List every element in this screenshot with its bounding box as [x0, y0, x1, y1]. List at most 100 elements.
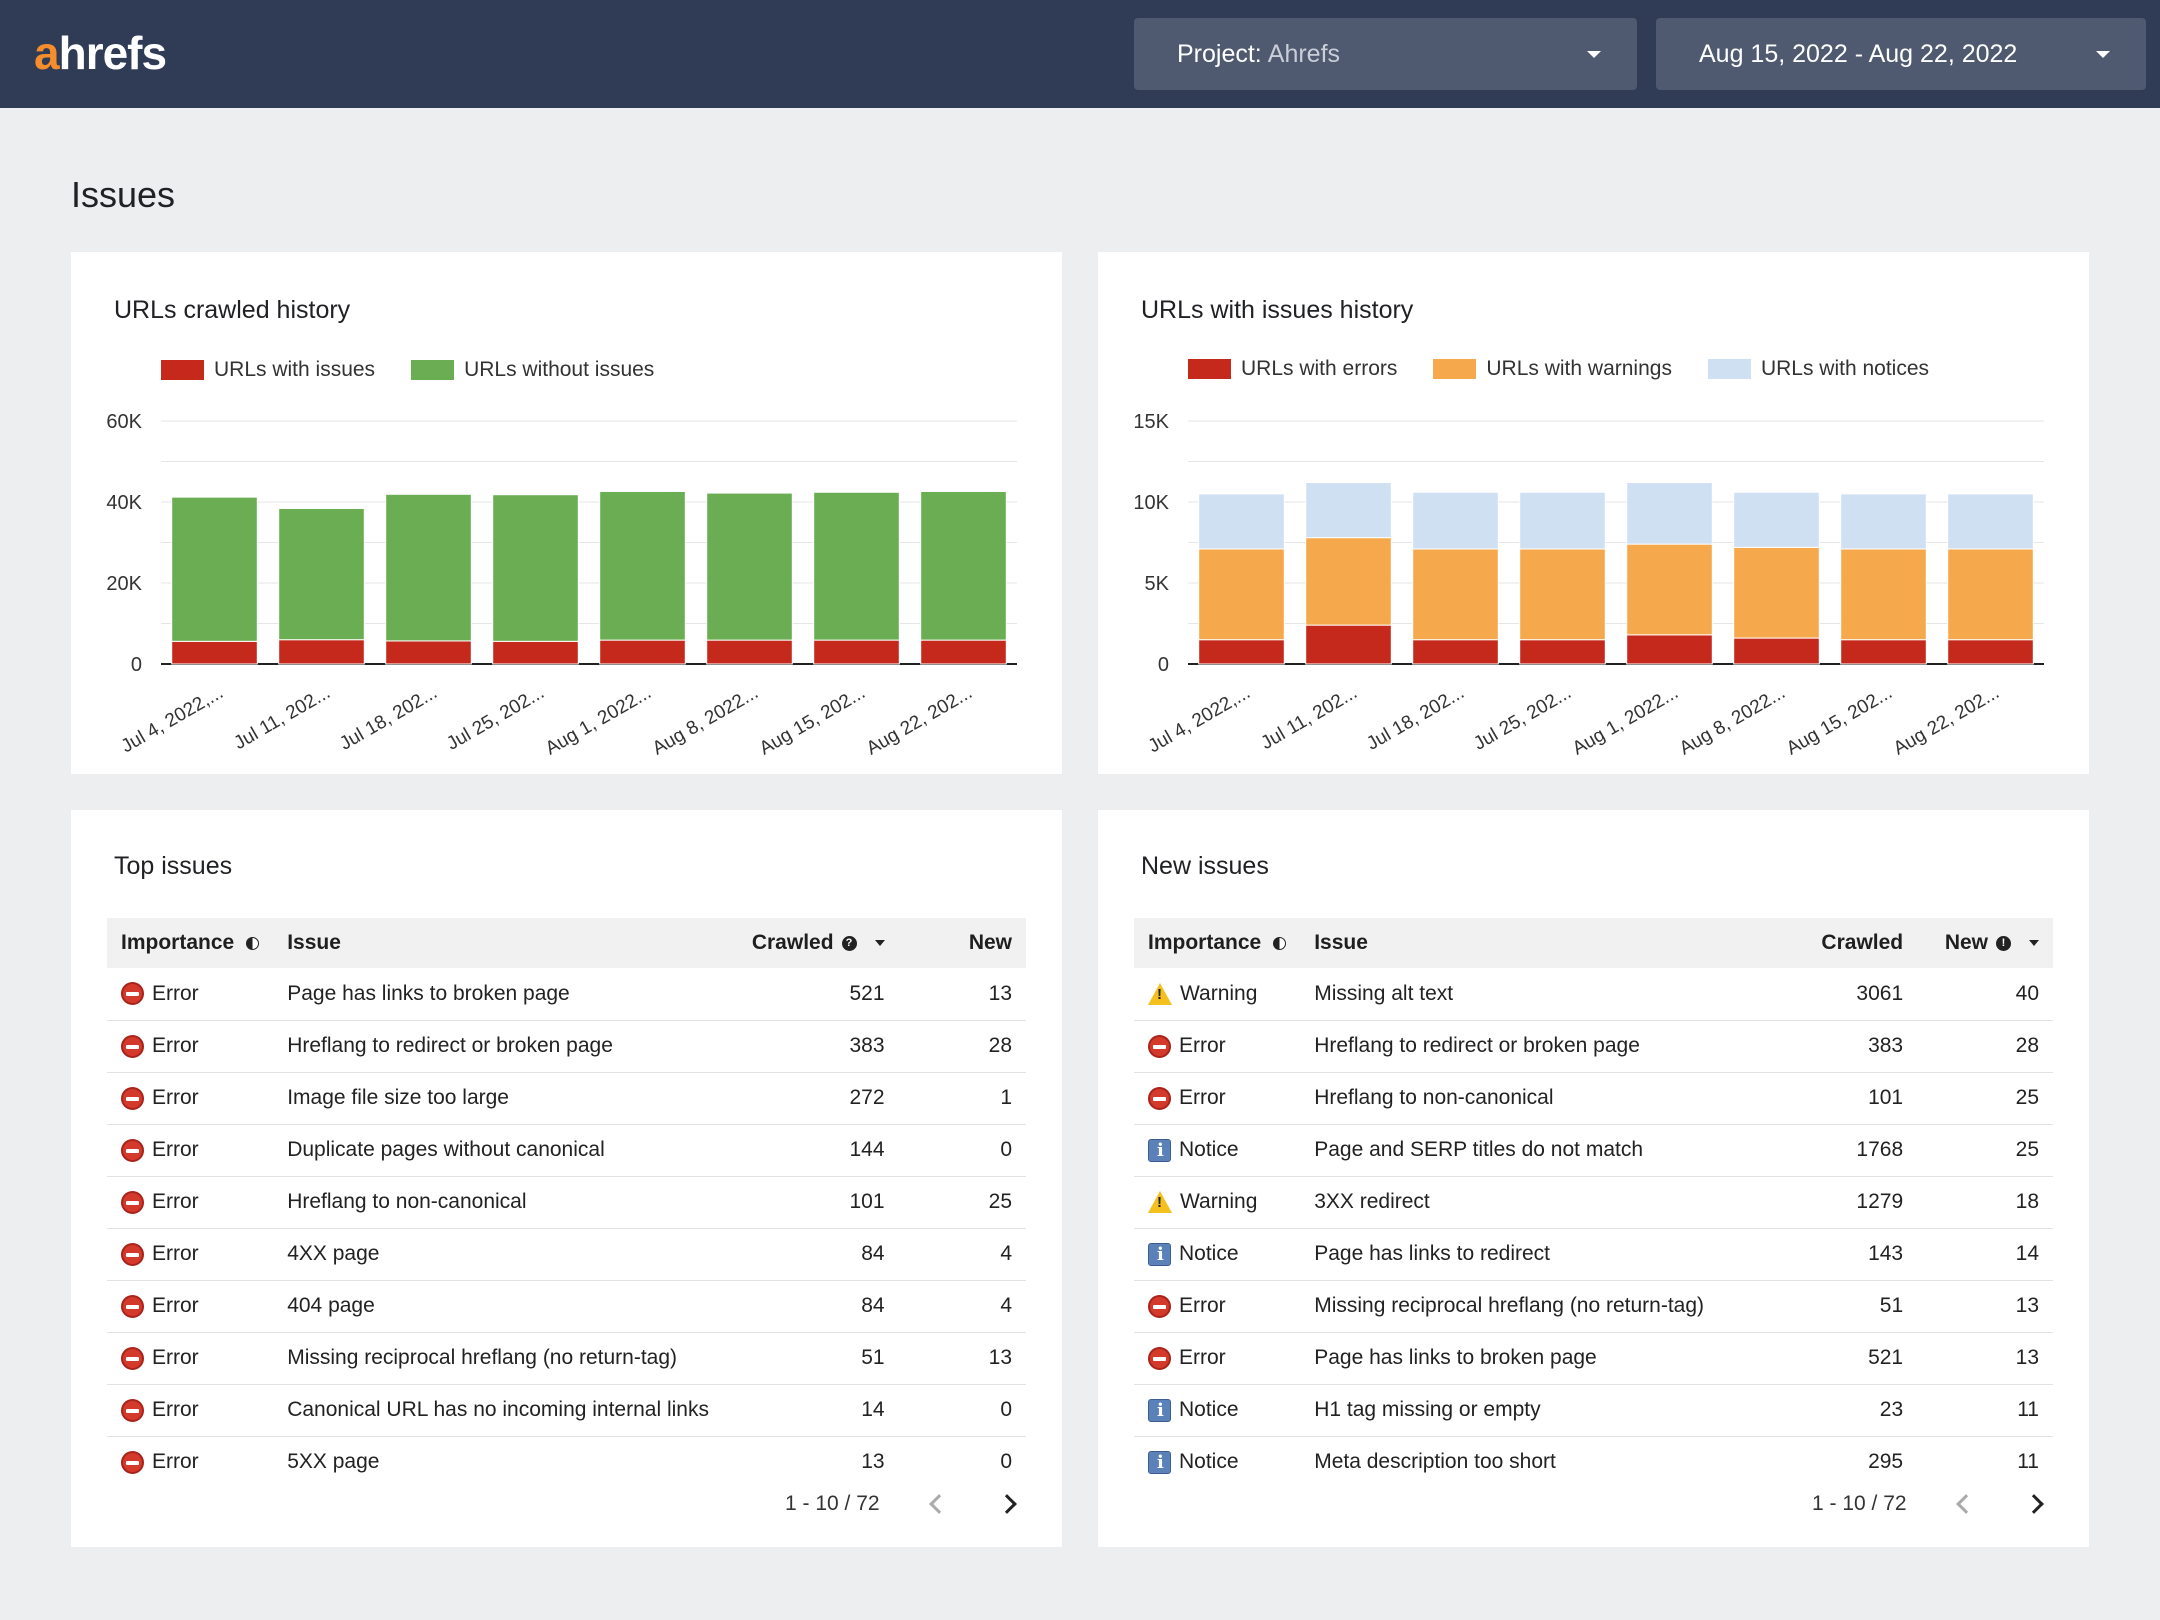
new-cell[interactable]: 0 — [898, 1124, 1026, 1177]
date-range-selector[interactable]: Aug 15, 2022 - Aug 22, 2022 — [1656, 18, 2146, 90]
sort-descending-icon[interactable] — [874, 940, 885, 947]
column-header-issue[interactable]: Issue — [273, 918, 723, 968]
table-row[interactable]: Notice Meta description too short29511 — [1134, 1436, 2053, 1488]
new-cell[interactable]: 0 — [899, 1436, 1026, 1488]
crawled-cell[interactable]: 23 — [1806, 1384, 1918, 1437]
issue-cell[interactable]: Missing reciprocal hreflang (no return-t… — [1300, 1280, 1807, 1333]
ahrefs-logo[interactable]: ahrefs — [34, 26, 167, 80]
issue-cell[interactable]: Hreflang to redirect or broken page — [1300, 1020, 1807, 1073]
new-cell[interactable]: 25 — [1917, 1072, 2053, 1125]
crawled-cell[interactable]: 295 — [1806, 1436, 1917, 1488]
chevron-left-icon[interactable] — [1955, 1494, 1976, 1514]
table-row[interactable]: Error Missing reciprocal hreflang (no ret… — [1134, 1280, 2053, 1333]
table-row[interactable]: Error 5XX page 13 0 — [107, 1436, 1026, 1488]
sort-descending-icon[interactable] — [2029, 940, 2039, 947]
table-row[interactable]: Warning 3XX redirect127918 — [1134, 1176, 2053, 1229]
table-row[interactable]: Error Hreflang to redirect or broken page… — [107, 1020, 1026, 1073]
issue-cell[interactable]: Page has links to redirect — [1300, 1228, 1807, 1281]
crawled-cell[interactable]: 101 — [722, 1176, 899, 1229]
crawled-cell[interactable]: 383 — [722, 1020, 899, 1073]
column-header-new[interactable]: New! — [1917, 918, 2053, 968]
issue-cell[interactable]: Page has links to broken page — [1300, 1332, 1807, 1385]
crawled-cell[interactable]: 143 — [1806, 1228, 1918, 1281]
table-row[interactable]: Notice Page has links to redirect14314 — [1134, 1228, 2053, 1281]
table-row[interactable]: Warning Missing alt text306140 — [1134, 968, 2053, 1021]
new-cell[interactable]: 4 — [898, 1228, 1026, 1281]
issue-cell[interactable]: 4XX page — [273, 1228, 723, 1281]
issue-cell[interactable]: Hreflang to redirect or broken page — [273, 1020, 723, 1073]
crawled-cell[interactable]: 144 — [722, 1124, 899, 1177]
new-cell[interactable]: 1 — [898, 1072, 1026, 1125]
table-row[interactable]: Notice H1 tag missing or empty2311 — [1134, 1384, 2053, 1437]
column-header-importance[interactable]: Importance — [107, 918, 273, 968]
new-cell[interactable]: 13 — [1917, 1280, 2053, 1333]
crawled-cell[interactable]: 1279 — [1806, 1176, 1918, 1229]
new-cell[interactable]: 13 — [898, 968, 1026, 1021]
issue-cell[interactable]: 404 page — [273, 1280, 723, 1333]
crawled-cell[interactable]: 3061 — [1806, 968, 1918, 1021]
new-cell[interactable]: 28 — [898, 1020, 1026, 1073]
column-header-crawled[interactable]: Crawled? — [723, 918, 899, 968]
table-row[interactable]: Error Page has links to broken page 521 13 — [107, 968, 1026, 1021]
chevron-right-icon[interactable] — [996, 1494, 1017, 1514]
issue-cell[interactable]: Meta description too short — [1300, 1436, 1806, 1488]
crawled-cell[interactable]: 383 — [1806, 1020, 1918, 1073]
crawled-cell[interactable]: 101 — [1806, 1072, 1918, 1125]
table-row[interactable]: Error Hreflang to redirect or broken page… — [1134, 1020, 2053, 1073]
crawled-cell[interactable]: 1768 — [1806, 1124, 1918, 1177]
issue-cell[interactable]: Image file size too large — [273, 1072, 723, 1125]
table-row[interactable]: Notice Page and SERP titles do not match1… — [1134, 1124, 2053, 1177]
new-cell[interactable]: 4 — [898, 1280, 1026, 1333]
crawled-cell[interactable]: 521 — [722, 968, 899, 1021]
new-cell[interactable]: 25 — [898, 1176, 1026, 1229]
new-cell[interactable]: 25 — [1917, 1124, 2053, 1177]
crawled-cell[interactable]: 84 — [722, 1280, 899, 1333]
new-cell[interactable]: 18 — [1917, 1176, 2053, 1229]
project-selector[interactable]: Project: Ahrefs — [1134, 18, 1637, 90]
crawled-cell[interactable]: 51 — [1806, 1280, 1918, 1333]
table-row[interactable]: Error Duplicate pages without canonical 14… — [107, 1124, 1026, 1177]
table-row[interactable]: Error Canonical URL has no incoming inter… — [107, 1384, 1026, 1437]
issue-cell[interactable]: H1 tag missing or empty — [1300, 1384, 1807, 1437]
crawled-cell[interactable]: 14 — [722, 1384, 899, 1437]
new-cell[interactable]: 14 — [1917, 1228, 2053, 1281]
issue-cell[interactable]: Missing alt text — [1300, 968, 1807, 1021]
table-row[interactable]: Error Page has links to broken page 521 13 — [1134, 1332, 2053, 1385]
table-row[interactable]: Error 4XX page 84 4 — [107, 1228, 1026, 1281]
issue-cell[interactable]: Hreflang to non-canonical — [1300, 1072, 1807, 1125]
new-cell[interactable]: 11 — [1917, 1384, 2053, 1437]
column-header-importance[interactable]: Importance — [1134, 918, 1300, 968]
new-cell[interactable]: 13 — [1917, 1332, 2053, 1385]
chevron-right-icon[interactable] — [2023, 1494, 2044, 1514]
issue-cell[interactable]: Page has links to broken page — [273, 968, 723, 1021]
chevron-left-icon[interactable] — [928, 1494, 949, 1514]
issue-cell[interactable]: Page and SERP titles do not match — [1300, 1124, 1807, 1177]
table-row[interactable]: Error Hreflang to non-canonical 101 25 — [107, 1176, 1026, 1229]
error-icon — [121, 1294, 144, 1318]
table-row[interactable]: Error Hreflang to non-canonical 101 25 — [1134, 1072, 2053, 1125]
column-header-new[interactable]: New — [899, 918, 1026, 968]
crawled-cell[interactable]: 13 — [723, 1436, 899, 1488]
help-icon[interactable]: ? — [841, 935, 857, 951]
crawled-cell[interactable]: 51 — [722, 1332, 899, 1385]
issue-cell[interactable]: Duplicate pages without canonical — [273, 1124, 723, 1177]
crawled-cell[interactable]: 84 — [722, 1228, 899, 1281]
new-cell[interactable]: 11 — [1917, 1436, 2053, 1488]
issue-cell[interactable]: Canonical URL has no incoming internal l… — [273, 1384, 723, 1437]
new-cell[interactable]: 28 — [1917, 1020, 2053, 1073]
table-row[interactable]: Error 404 page 84 4 — [107, 1280, 1026, 1333]
new-cell[interactable]: 0 — [898, 1384, 1026, 1437]
crawled-cell[interactable]: 521 — [1806, 1332, 1918, 1385]
issue-cell[interactable]: 5XX page — [273, 1436, 723, 1488]
column-header-issue[interactable]: Issue — [1300, 918, 1806, 968]
column-header-crawled[interactable]: Crawled — [1806, 918, 1917, 968]
issue-cell[interactable]: Hreflang to non-canonical — [273, 1176, 723, 1229]
info-icon[interactable]: ! — [1996, 935, 2011, 951]
crawled-cell[interactable]: 272 — [722, 1072, 899, 1125]
issue-cell[interactable]: Missing reciprocal hreflang (no return-t… — [273, 1332, 723, 1385]
table-row[interactable]: Error Missing reciprocal hreflang (no ret… — [107, 1332, 1026, 1385]
new-cell[interactable]: 13 — [898, 1332, 1026, 1385]
issue-cell[interactable]: 3XX redirect — [1300, 1176, 1807, 1229]
new-cell[interactable]: 40 — [1917, 968, 2053, 1021]
table-row[interactable]: Error Image file size too large 272 1 — [107, 1072, 1026, 1125]
